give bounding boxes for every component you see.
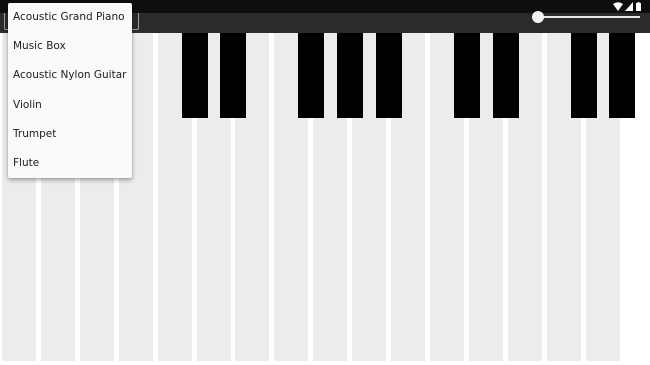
black-key[interactable] bbox=[453, 33, 480, 118]
black-key[interactable] bbox=[570, 33, 597, 118]
black-key[interactable] bbox=[298, 33, 325, 118]
menu-item-trumpet[interactable]: Trumpet bbox=[8, 120, 132, 149]
menu-item-music-box[interactable]: Music Box bbox=[8, 32, 132, 61]
cellular-signal-icon bbox=[625, 2, 633, 11]
menu-item-acoustic-nylon-guitar[interactable]: Acoustic Nylon Guitar bbox=[8, 61, 132, 90]
volume-slider-track[interactable] bbox=[537, 16, 640, 18]
black-key[interactable] bbox=[376, 33, 402, 118]
instrument-dropdown-menu: Acoustic Grand Piano Music Box Acoustic … bbox=[8, 3, 132, 178]
menu-item-violin[interactable]: Violin bbox=[8, 91, 132, 120]
black-key[interactable] bbox=[337, 33, 364, 118]
black-key[interactable] bbox=[609, 33, 636, 118]
black-key[interactable] bbox=[220, 33, 247, 118]
menu-item-acoustic-grand-piano[interactable]: Acoustic Grand Piano bbox=[8, 3, 132, 32]
battery-icon bbox=[636, 2, 641, 11]
volume-slider-thumb[interactable] bbox=[532, 11, 544, 23]
black-key[interactable] bbox=[492, 33, 519, 118]
menu-item-flute[interactable]: Flute bbox=[8, 149, 132, 178]
black-key[interactable] bbox=[181, 33, 208, 118]
wifi-icon bbox=[613, 2, 623, 11]
